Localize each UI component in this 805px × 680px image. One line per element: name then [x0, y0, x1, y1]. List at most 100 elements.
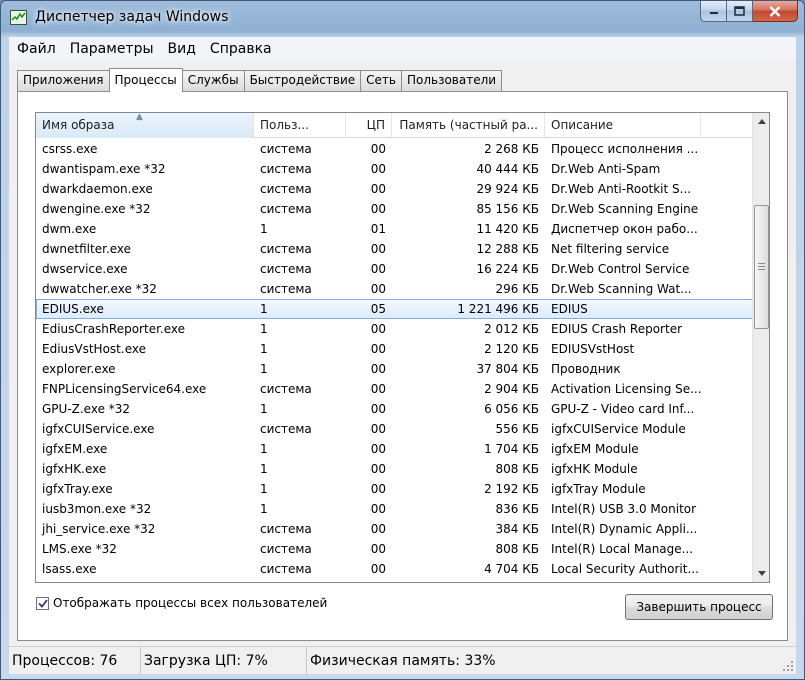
cell-memory: 2 120 КБ [484, 342, 539, 356]
cell-user: система [260, 542, 312, 556]
cell-memory: 1 704 КБ [484, 442, 539, 456]
grip-line [758, 266, 765, 267]
menu-options[interactable]: Параметры [62, 41, 160, 57]
table-row[interactable]: EdiusVstHost.exe 1 00 2 120 КБ EDIUSVstHost [36, 339, 753, 359]
table-row[interactable]: dwantispam.exe *32 система 00 40 444 КБ Dr.W… [36, 159, 753, 179]
cell-cpu: 00 [370, 502, 386, 516]
table-row[interactable]: explorer.exe 1 00 37 804 КБ Проводник [36, 359, 753, 379]
cell-memory: 808 КБ [495, 462, 539, 476]
cell-user: 1 [260, 322, 268, 336]
title-bar[interactable]: Диспетчер задач Windows [1, 1, 804, 35]
cell-cpu: 00 [370, 322, 386, 336]
menu-view[interactable]: Вид [160, 41, 202, 57]
table-row[interactable]: igfxHK.exe 1 00 808 КБ igfxHK Module [36, 459, 753, 479]
cell-image-name: csrss.exe [42, 142, 98, 156]
column-header-cpu[interactable]: ЦП [346, 113, 392, 138]
table-row[interactable]: iusb3mon.exe *32 1 00 836 КБ Intel(R) USB 3.… [36, 499, 753, 519]
column-header-empty [701, 113, 753, 138]
table-row[interactable]: dwservice.exe система 00 16 224 КБ Dr.Web Co… [36, 259, 753, 279]
cell-description: Dr.Web Anti-Rootkit S... [551, 182, 692, 196]
scroll-up-button[interactable] [753, 113, 769, 130]
table-row[interactable]: csrss.exe система 00 2 268 КБ Процесс исполн… [36, 139, 753, 159]
cell-cpu: 00 [370, 342, 386, 356]
cell-image-name: iusb3mon.exe *32 [42, 502, 152, 516]
table-row[interactable]: GPU-Z.exe *32 1 00 6 056 КБ GPU-Z - Video ca… [36, 399, 753, 419]
show-all-users-checkbox[interactable] [36, 596, 49, 610]
cell-user: система [260, 262, 312, 276]
cell-memory: 296 КБ [495, 282, 539, 296]
status-bar: Процессов: 76 Загрузка ЦП: 7% Физическая… [9, 646, 796, 675]
show-all-users-option[interactable]: Отображать процессы всех пользователей [36, 596, 327, 610]
cell-user: система [260, 422, 312, 436]
cell-image-name: igfxHK.exe [42, 462, 107, 476]
table-row[interactable]: igfxTray.exe 1 00 2 192 КБ igfxTray Module [36, 479, 753, 499]
cell-description: Intel(R) Local Manage... [551, 542, 694, 556]
table-row[interactable]: igfxEM.exe 1 00 1 704 КБ igfxEM Module [36, 439, 753, 459]
status-physical-memory: Физическая память: 33% [310, 653, 496, 669]
show-all-users-label: Отображать процессы всех пользователей [53, 596, 328, 610]
cell-cpu: 00 [370, 522, 386, 536]
cell-image-name: dwarkdaemon.exe [42, 182, 153, 196]
table-row[interactable]: dwnetfilter.exe система 00 12 288 КБ Net fil… [36, 239, 753, 259]
cell-empty [701, 159, 753, 179]
scroll-down-button[interactable] [753, 565, 769, 582]
table-row[interactable]: EDIUS.exe 1 05 1 221 496 КБ EDIUS [36, 299, 753, 319]
table-row[interactable]: dwwatcher.exe *32 система 00 296 КБ Dr.Web S… [36, 279, 753, 299]
scrollbar-thumb[interactable] [754, 205, 769, 329]
cell-empty [701, 419, 753, 439]
cell-user: 1 [260, 502, 268, 516]
menu-help[interactable]: Справка [202, 41, 278, 57]
tab-network[interactable]: Сеть [360, 70, 402, 91]
cell-memory: 29 924 КБ [476, 182, 539, 196]
tab-users[interactable]: Пользователи [400, 70, 503, 91]
table-row[interactable]: dwm.exe 1 01 11 420 КБ Диспетчер окон рабо..… [36, 219, 753, 239]
cell-empty [701, 519, 753, 539]
table-row[interactable]: LMS.exe *32 система 00 808 КБ Intel(R) Local… [36, 539, 753, 559]
cell-user: система [260, 142, 312, 156]
cell-image-name: LMS.exe *32 [42, 542, 117, 556]
maximize-button[interactable] [727, 1, 753, 22]
close-icon [769, 5, 781, 17]
cell-image-name: EdiusCrashReporter.exe [42, 322, 186, 336]
cell-image-name: lsass.exe [42, 562, 97, 576]
cell-empty [701, 379, 753, 399]
process-list-header: ▲ Имя образа Польз... ЦП Память (частный… [36, 113, 753, 138]
table-row[interactable]: EdiusCrashReporter.exe 1 00 2 012 КБ EDIUS C… [36, 319, 753, 339]
cell-image-name: EdiusVstHost.exe [42, 342, 146, 356]
table-row[interactable]: dwarkdaemon.exe система 00 29 924 КБ Dr.Web … [36, 179, 753, 199]
tab-performance[interactable]: Быстродействие [243, 70, 362, 91]
table-row[interactable]: igfxCUIService.exe система 00 556 КБ igfxCUI… [36, 419, 753, 439]
cell-memory: 85 156 КБ [476, 202, 539, 216]
cell-image-name: dwengine.exe *32 [42, 202, 151, 216]
column-header-user[interactable]: Польз... [254, 113, 346, 138]
cell-cpu: 00 [370, 362, 386, 376]
close-button[interactable] [753, 1, 798, 22]
table-row[interactable]: FNPLicensingService64.exe система 00 2 904 … [36, 379, 753, 399]
resize-grip-icon[interactable] [782, 660, 794, 672]
table-row[interactable]: dwengine.exe *32 система 00 85 156 КБ Dr.Web… [36, 199, 753, 219]
cell-description: Dr.Web Anti-Spam [551, 162, 661, 176]
process-list[interactable]: ▲ Имя образа Польз... ЦП Память (частный… [35, 112, 770, 583]
cell-empty [701, 559, 753, 579]
cell-description: EDIUSVstHost [551, 342, 635, 356]
cell-description: EDIUS Crash Reporter [551, 322, 683, 336]
table-row[interactable]: jhi_service.exe *32 система 00 384 КБ Intel(… [36, 519, 753, 539]
cell-user: 1 [260, 362, 268, 376]
process-list-body: csrss.exe система 00 2 268 КБ Процесс исполн… [36, 139, 753, 582]
tab-applications[interactable]: Приложения [17, 70, 110, 91]
cell-memory: 1 221 496 КБ [457, 302, 539, 316]
column-header-image-name[interactable]: ▲ Имя образа [36, 113, 254, 138]
menu-file[interactable]: Файл [9, 41, 62, 57]
column-header-description[interactable]: Описание [545, 113, 701, 138]
cell-cpu: 00 [370, 282, 386, 296]
end-process-button[interactable]: Завершить процесс [625, 594, 773, 620]
minimize-button[interactable] [700, 1, 727, 22]
client-area: Приложения Процессы Службы Быстродействи… [9, 61, 796, 646]
tab-services[interactable]: Службы [181, 70, 245, 91]
cell-empty [701, 499, 753, 519]
caption-buttons [700, 1, 798, 22]
tab-processes[interactable]: Процессы [108, 68, 183, 92]
column-header-memory[interactable]: Память (частный ра... [392, 113, 545, 138]
table-row[interactable]: lsass.exe система 00 4 704 КБ Local Security… [36, 559, 753, 579]
vertical-scrollbar[interactable] [752, 113, 769, 582]
